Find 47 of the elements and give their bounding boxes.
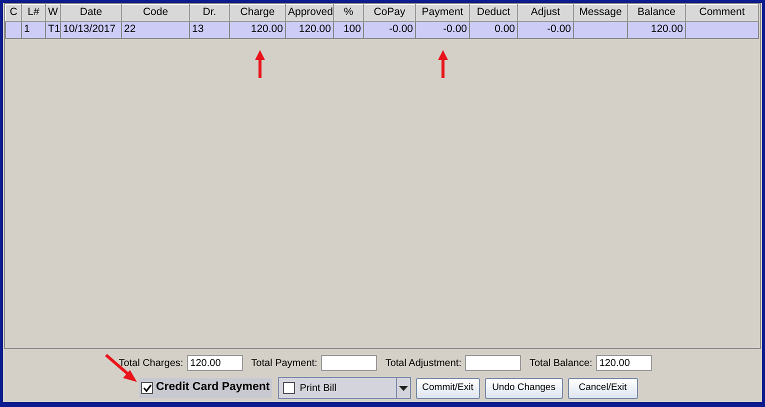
action-button[interactable]: Commit/Exit xyxy=(416,378,480,398)
column-header[interactable]: Dr. xyxy=(190,4,230,22)
table-cell: 10/13/2017 xyxy=(60,21,122,38)
column-header[interactable]: Balance xyxy=(628,4,686,22)
table-cell: -0.00 xyxy=(416,21,470,38)
column-header[interactable]: CoPay xyxy=(364,4,416,22)
total-field[interactable]: 120.00 xyxy=(187,355,244,371)
checkmark-icon xyxy=(142,384,152,392)
action-button[interactable]: Undo Changes xyxy=(484,378,563,398)
total-field[interactable] xyxy=(321,355,378,371)
total-field[interactable] xyxy=(465,355,522,371)
table-cell: 22 xyxy=(122,21,190,38)
table-cell xyxy=(574,21,628,38)
column-header[interactable]: Charge xyxy=(230,4,286,22)
table-cell: -0.00 xyxy=(364,21,416,38)
total-field[interactable]: 120.00 xyxy=(596,355,652,371)
column-header[interactable]: Approved xyxy=(286,4,334,22)
column-header[interactable]: Code xyxy=(122,4,190,22)
field-label: Total Balance: xyxy=(529,356,592,370)
table-cell: 120.00 xyxy=(230,21,286,38)
annotation-arrow xyxy=(104,353,138,383)
annotation-arrow xyxy=(254,49,266,79)
table-cell: 100 xyxy=(334,21,364,38)
print-bill-dropdown[interactable]: Print Bill xyxy=(278,377,411,399)
column-header[interactable]: Message xyxy=(574,4,628,22)
field-label: Total Adjustment: xyxy=(385,356,462,370)
column-header[interactable]: W xyxy=(46,4,60,22)
credit-card-checkbox[interactable]: Credit Card Payment xyxy=(139,378,272,398)
column-header[interactable]: Payment xyxy=(416,4,470,22)
action-button[interactable]: Cancel/Exit xyxy=(568,378,638,398)
table-cell: 120.00 xyxy=(286,21,334,38)
column-header[interactable]: L# xyxy=(22,4,46,22)
annotation-arrow xyxy=(437,49,449,79)
column-header[interactable]: % xyxy=(334,4,364,22)
table-cell: -0.00 xyxy=(518,21,574,38)
column-header[interactable]: C xyxy=(6,4,22,22)
field-label: Total Payment: xyxy=(251,356,318,370)
table-cell: 0.00 xyxy=(470,21,518,38)
table-cell: 13 xyxy=(190,21,230,38)
table-cell: 1 xyxy=(22,21,46,38)
column-header[interactable]: Deduct xyxy=(470,4,518,22)
column-header[interactable]: Adjust xyxy=(518,4,574,22)
field-label: Total Charges: xyxy=(118,356,184,370)
column-header[interactable]: Comment xyxy=(686,4,758,22)
table-cell: 120.00 xyxy=(628,21,686,38)
caret-icon xyxy=(398,386,408,390)
column-header[interactable]: Date xyxy=(60,4,122,22)
